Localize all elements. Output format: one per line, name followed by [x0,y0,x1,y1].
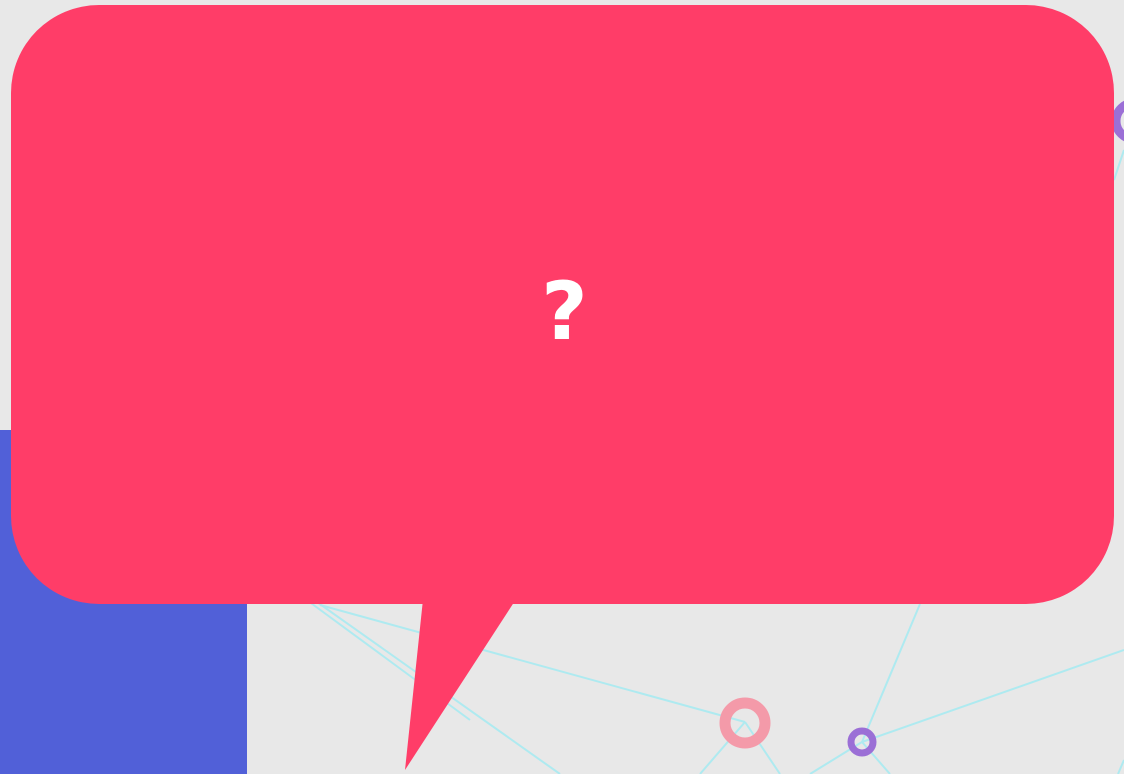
slide-canvas: ? [0,0,1124,774]
speech-bubble: ? [11,5,1114,604]
question-mark-text: ? [541,264,588,358]
speech-bubble-tail-shape [405,590,522,770]
